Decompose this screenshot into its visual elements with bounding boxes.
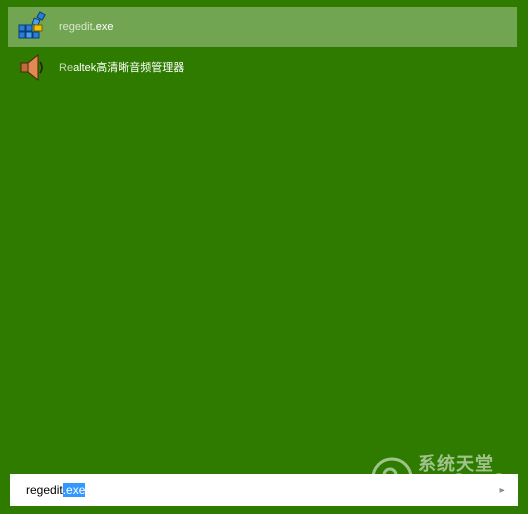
search-results-list: regedit.exe Realtek高清晰音频管理器	[8, 7, 517, 87]
result-match-text: regedit	[59, 21, 93, 33]
result-rest-text: .exe	[92, 21, 114, 33]
speaker-icon	[16, 51, 48, 83]
registry-editor-icon	[16, 11, 48, 43]
result-item-regedit[interactable]: regedit.exe	[8, 7, 517, 47]
search-query: regedit.exe	[26, 483, 86, 497]
search-typed-text: regedit	[26, 483, 63, 497]
result-rest-text: altek高清晰音频管理器	[73, 62, 185, 74]
search-input[interactable]: regedit.exe ▸	[10, 474, 518, 506]
watermark-text: 系统天堂	[418, 454, 494, 474]
result-match-text: Re	[59, 62, 74, 74]
search-autocomplete-selection: .exe	[62, 483, 86, 497]
search-arrow-icon[interactable]: ▸	[494, 482, 510, 498]
result-item-realtek-audio-manager[interactable]: Realtek高清晰音频管理器	[8, 47, 517, 87]
